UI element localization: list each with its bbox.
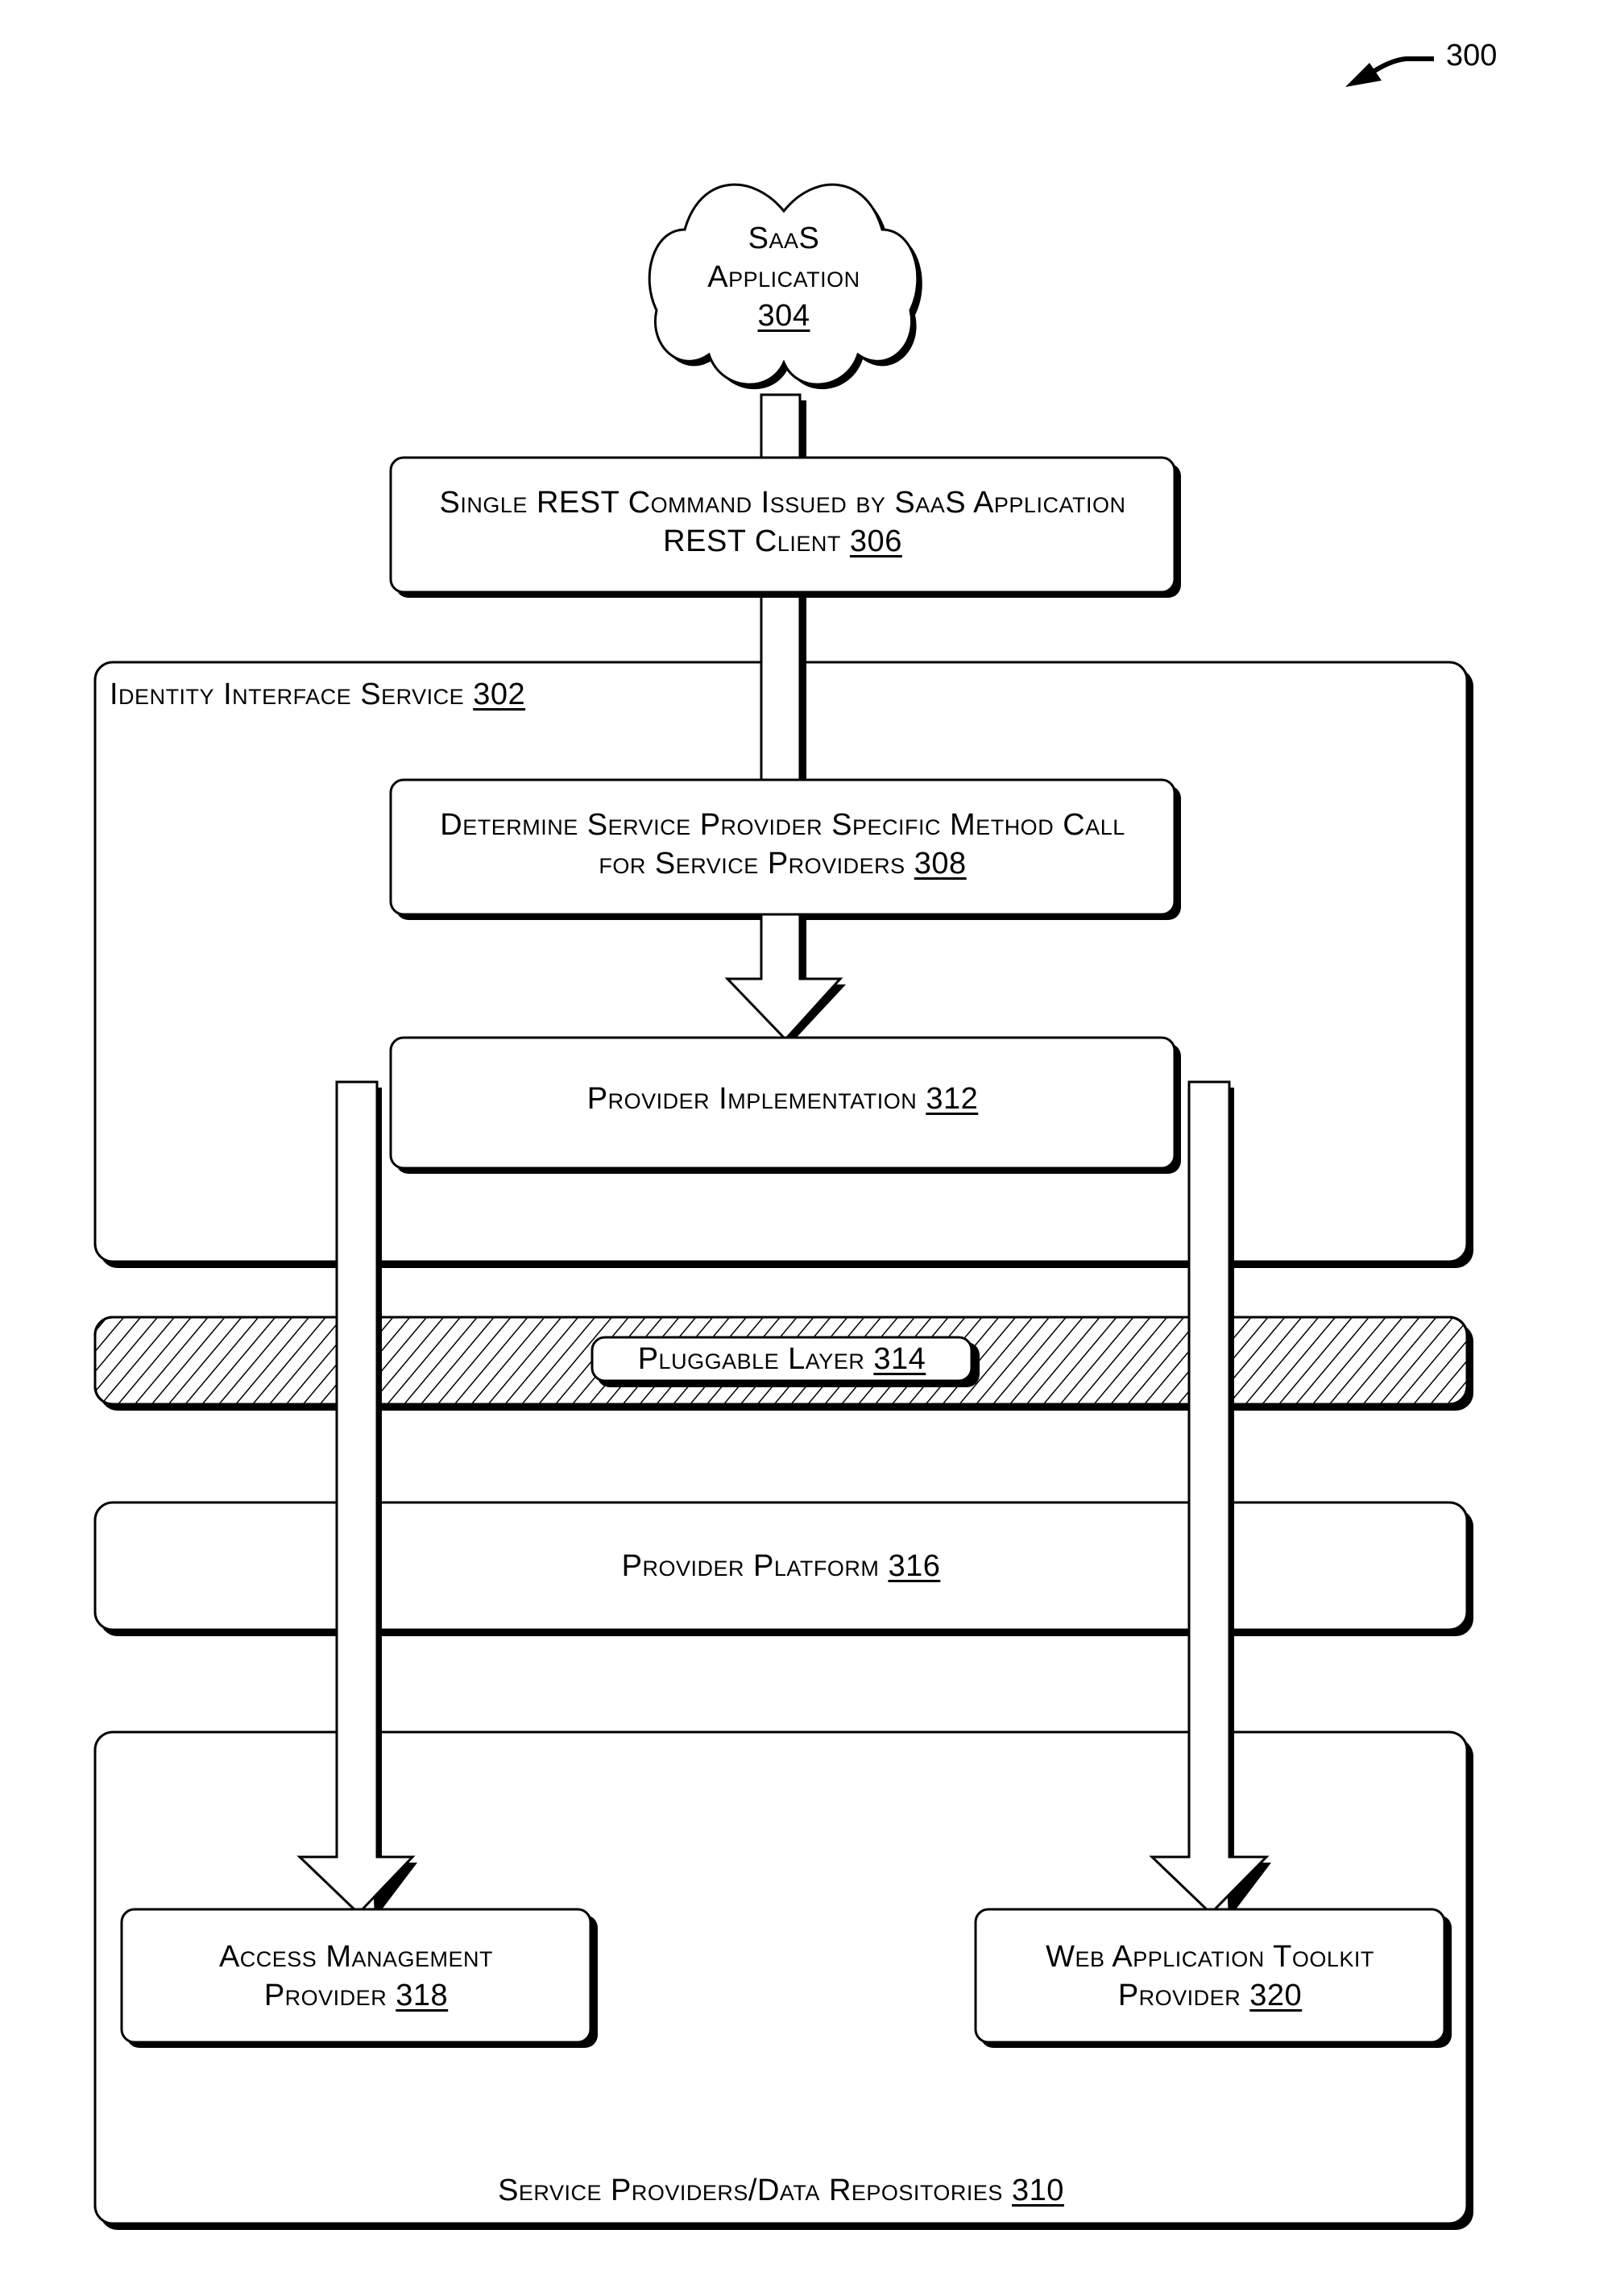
identity-interface-service-text: Identity Interface Service [110, 678, 465, 711]
provider-platform-label: Provider Platform 316 [95, 1547, 1467, 1585]
pluggable-layer-text: Pluggable Layer [637, 1342, 865, 1376]
saas-line2: Application [707, 260, 860, 294]
access-management-line2: Provider [263, 1979, 387, 2012]
saas-line1: SaaS [748, 222, 820, 255]
web-app-toolkit-ref: 320 [1249, 1979, 1303, 2012]
pluggable-layer-label: Pluggable Layer 314 [592, 1340, 972, 1378]
web-app-toolkit-line2: Provider [1117, 1979, 1241, 2012]
saas-application-label: SaaS Application 304 [663, 219, 905, 335]
service-providers-label: Service Providers/Data Repositories 310 [95, 2171, 1467, 2210]
connector-cloud-to-rest [760, 393, 806, 461]
determine-line2: for Service Providers [599, 847, 905, 881]
access-management-ref: 318 [396, 1979, 449, 2012]
provider-implementation-text: Provider Implementation [586, 1082, 918, 1116]
identity-interface-service-ref: 302 [473, 678, 526, 711]
rest-command-line2: REST Client [663, 524, 841, 558]
determine-line1: Determine Service Provider Specific Meth… [440, 808, 1125, 842]
pluggable-layer-ref: 314 [873, 1342, 926, 1376]
identity-interface-service-label: Identity Interface Service 302 [110, 675, 525, 714]
access-management-provider-label: Access Management Provider 318 [122, 1938, 590, 2015]
provider-platform-ref: 316 [888, 1549, 941, 1583]
rest-command-label: Single REST Command Issued by SaaS Appli… [391, 483, 1175, 561]
figure-reference-number: 300 [1446, 39, 1498, 73]
provider-implementation-ref: 312 [926, 1082, 979, 1116]
determine-method-call-label: Determine Service Provider Specific Meth… [391, 806, 1175, 883]
provider-implementation-label: Provider Implementation 312 [391, 1080, 1175, 1118]
web-app-toolkit-provider-label: Web Application Toolkit Provider 320 [976, 1938, 1444, 2015]
saas-ref: 304 [757, 299, 810, 333]
figure-reference-arrow [1345, 56, 1434, 87]
web-app-toolkit-line1: Web Application Toolkit [1046, 1940, 1374, 1974]
service-providers-text: Service Providers/Data Repositories [498, 2174, 1003, 2207]
connector-rest-to-determine [760, 591, 806, 782]
access-management-line1: Access Management [218, 1940, 494, 1974]
rest-command-line1: Single REST Command Issued by SaaS Appli… [439, 486, 1126, 520]
service-providers-ref: 310 [1012, 2174, 1064, 2207]
rest-command-ref: 306 [849, 524, 902, 558]
determine-ref: 308 [914, 847, 967, 881]
provider-platform-text: Provider Platform [621, 1549, 880, 1583]
